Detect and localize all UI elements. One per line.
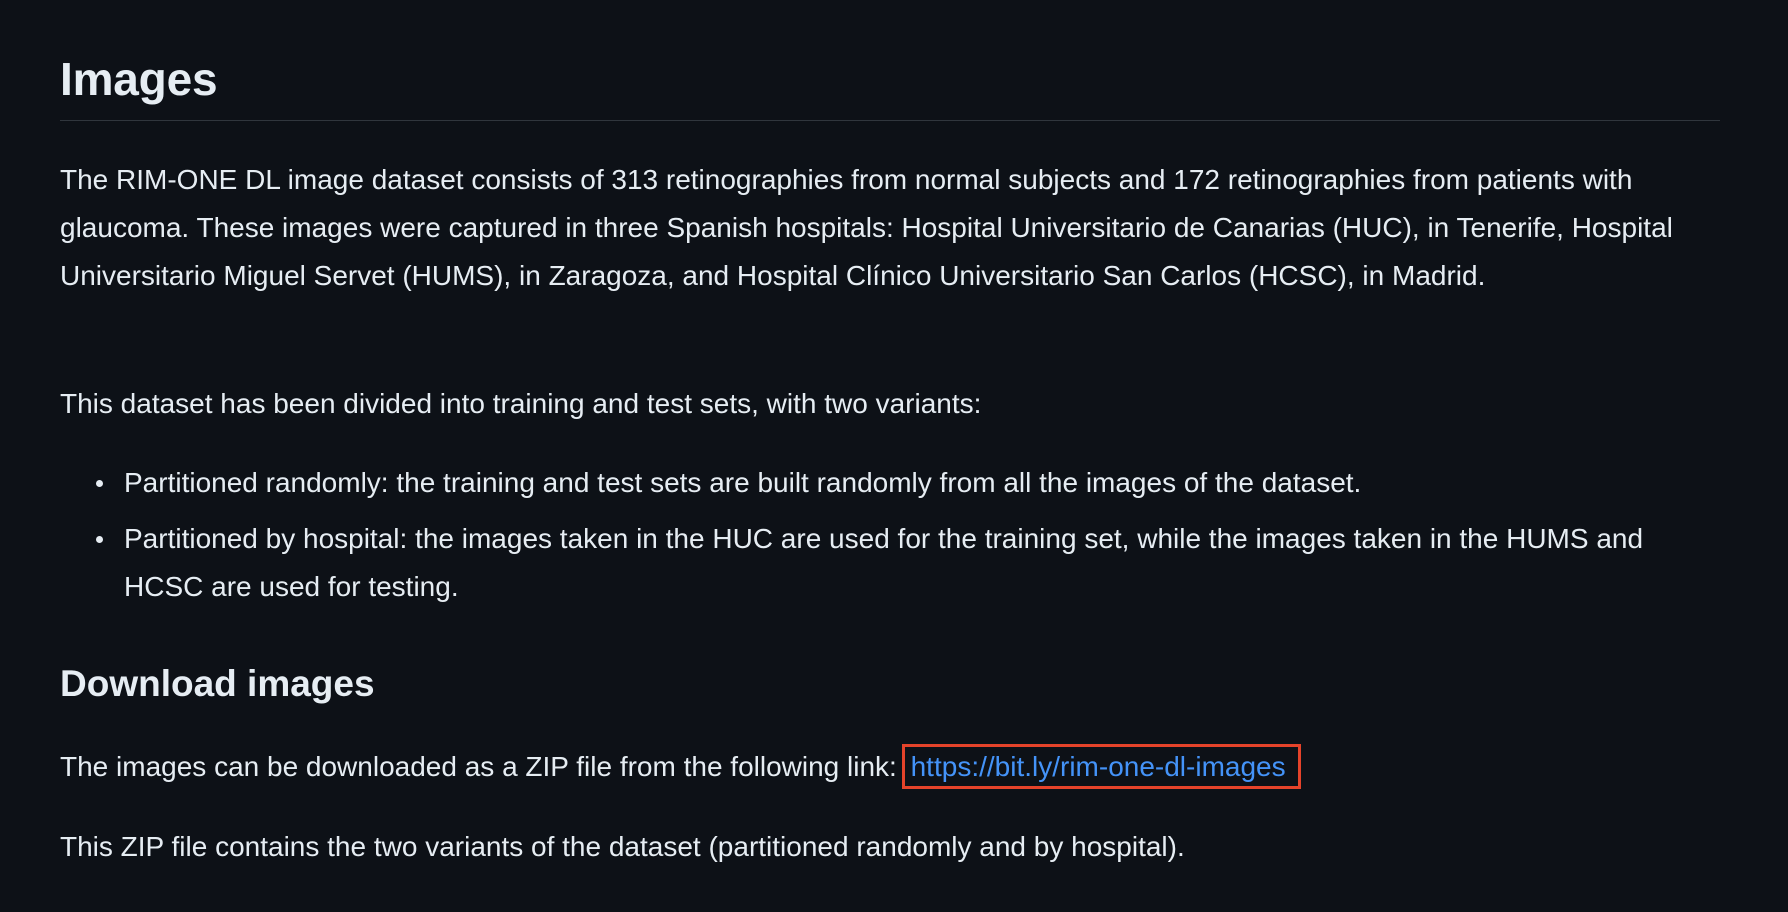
list-item: Partitioned by hospital: the images take… — [96, 515, 1724, 611]
list-item: Partitioned randomly: the training and t… — [96, 459, 1724, 507]
heading-divider — [60, 120, 1720, 121]
download-images-heading: Download images — [60, 663, 375, 704]
division-description: This dataset has been divided into train… — [60, 388, 982, 419]
download-paragraph: The images can be downloaded as a ZIP fi… — [60, 743, 1720, 791]
download-intro-text: The images can be downloaded as a ZIP fi… — [60, 751, 905, 782]
variants-list: Partitioned randomly: the training and t… — [60, 459, 1724, 619]
images-heading: Images — [60, 53, 218, 105]
download-link[interactable]: https://bit.ly/rim-one-dl-images — [901, 744, 1301, 789]
dataset-description: The RIM-ONE DL image dataset consists of… — [60, 164, 1673, 291]
zip-contents-note: This ZIP file contains the two variants … — [60, 831, 1185, 862]
readme-article: Images The RIM-ONE DL image dataset cons… — [60, 0, 1720, 912]
